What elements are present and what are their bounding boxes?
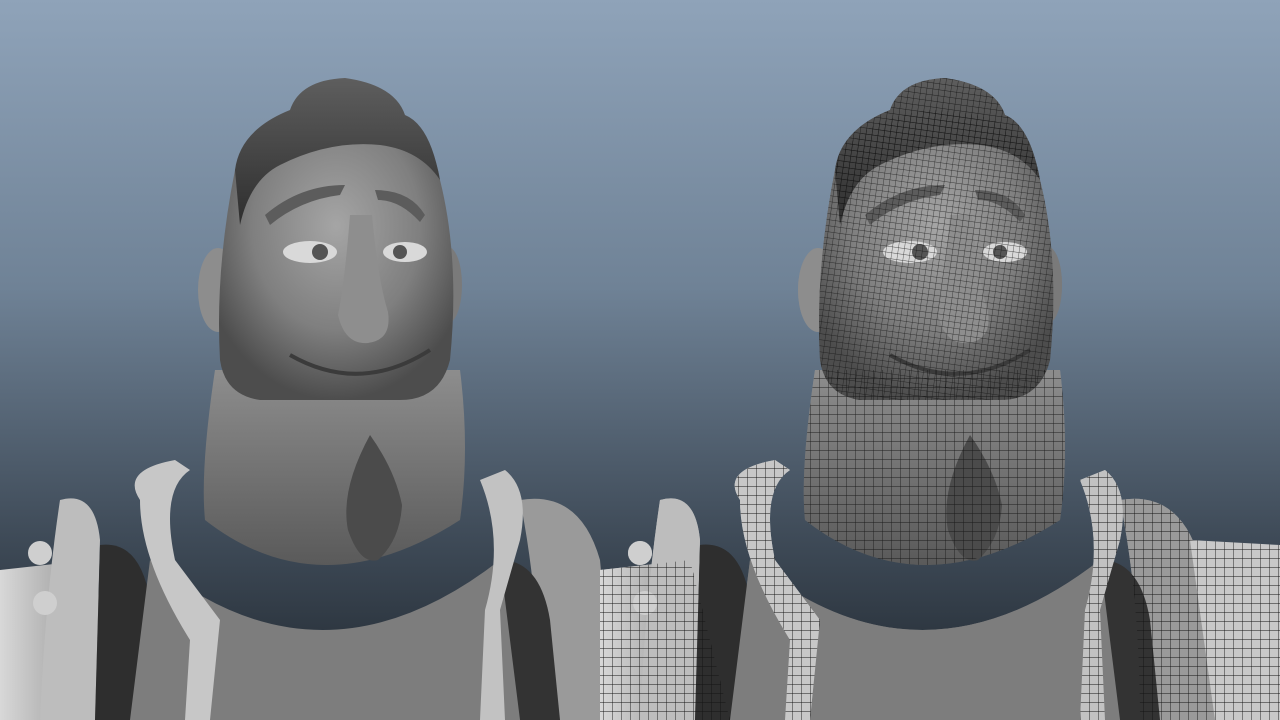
3d-viewport[interactable] <box>0 0 1280 720</box>
shaded-character-viewport <box>0 76 617 720</box>
wireframe-mesh-overlay <box>600 78 1280 720</box>
